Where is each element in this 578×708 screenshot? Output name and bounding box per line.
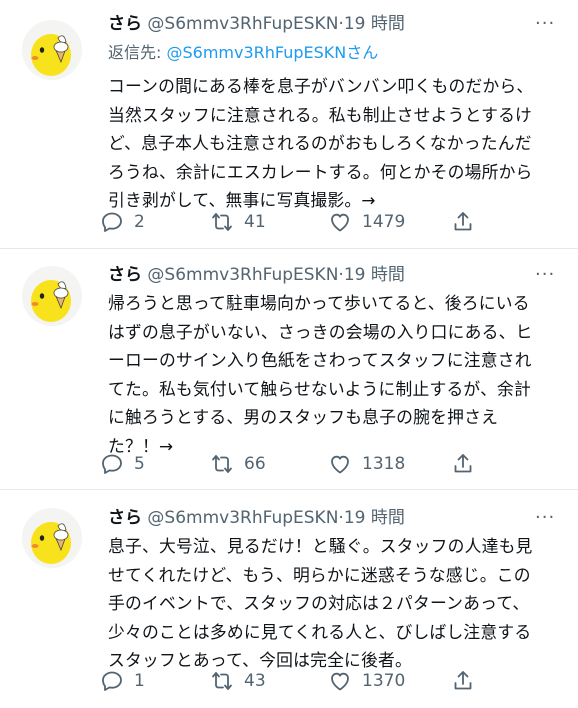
tweet-text-line: 帰ろうと思って駐車場向かって歩いてると、後ろにいる (108, 293, 530, 313)
chick-avatar-icon (22, 20, 82, 80)
like-count: 1479 (362, 212, 406, 232)
like-button[interactable]: 1318 (328, 449, 405, 479)
handle[interactable]: @S6mmv3RhFupESKN (147, 14, 338, 34)
tweet-text: 帰ろうと思って駐車場向かって歩いてると、後ろにいる はずの息子がいない、さっきの… (108, 289, 560, 461)
tweet-text-line: ろうね、余計にエスカレートする。何とかその場所から (108, 161, 533, 182)
tweet-text-line: 手のイベントで、スタッフの対応は２パターンあって、 (108, 593, 530, 614)
retweet-count: 41 (244, 212, 266, 232)
reply-button[interactable]: 1 (100, 666, 145, 696)
like-button[interactable]: 1370 (328, 666, 405, 696)
tweet-text-line: 少々のことは多めに見てくれる人と、びしばし注意する (108, 621, 532, 642)
tweet-text: コーンの間にある棒を息子がバンバン叩くものだから、 当然スタッフに注意される。私… (108, 72, 560, 215)
retweet-icon (212, 213, 232, 231)
display-name[interactable]: さら (108, 14, 142, 34)
heart-icon (331, 455, 349, 474)
heart-icon (331, 672, 349, 691)
action-bar: 2 41 1479 (100, 207, 490, 237)
tweet-header: さら @S6mmv3RhFupESKN·19 時間 (108, 12, 405, 36)
display-name[interactable]: さら (108, 265, 142, 285)
reply-button[interactable]: 2 (100, 207, 145, 237)
reply-prefix: 返信先: (108, 43, 167, 62)
reply-count: 5 (134, 454, 145, 474)
tweet-text-line: コーンの間にある棒を息子がバンバン叩くものだから、 (108, 76, 534, 96)
handle[interactable]: @S6mmv3RhFupESKN (147, 265, 338, 285)
action-bar: 1 43 1370 (100, 666, 490, 696)
avatar[interactable] (22, 20, 82, 80)
reply-icon (102, 212, 122, 232)
share-icon (454, 454, 472, 473)
more-options-icon[interactable]: ··· (535, 506, 555, 530)
tweet-header: さら @S6mmv3RhFupESKN·19 時間 (108, 263, 405, 287)
more-options-icon[interactable]: ··· (535, 12, 555, 36)
timestamp[interactable]: 19 時間 (344, 14, 405, 34)
chick-avatar-icon (22, 266, 82, 326)
reply-button[interactable]: 5 (100, 449, 145, 479)
avatar[interactable] (22, 508, 82, 568)
reply-suffix: さん (346, 43, 379, 62)
tweet-text-line: 当然スタッフに注意される。私も制止させようとするけ (108, 104, 533, 125)
tweet-text-line: せてくれたけど、もう、明らかに迷惑そうな感じ。この (108, 564, 531, 585)
share-icon (454, 671, 472, 690)
like-count: 1318 (362, 454, 406, 474)
retweet-count: 66 (244, 454, 266, 474)
retweet-icon (212, 672, 232, 690)
display-name[interactable]: さら (108, 508, 142, 528)
tweet[interactable]: さら @S6mmv3RhFupESKN·19 時間 ··· 息子、大号泣、見るだ… (0, 490, 578, 708)
reply-icon (102, 454, 122, 474)
retweet-button[interactable]: 43 (210, 666, 266, 696)
handle[interactable]: @S6mmv3RhFupESKN (147, 508, 338, 528)
tweet[interactable]: さら @S6mmv3RhFupESKN·19 時間 ··· 帰ろうと思って駐車場… (0, 249, 578, 489)
reply-count: 2 (134, 212, 145, 232)
share-button[interactable] (451, 666, 475, 696)
like-count: 1370 (362, 671, 406, 691)
reply-mention[interactable]: @S6mmv3RhFupESKN (166, 43, 346, 62)
tweet-text-line: ーローのサイン入り色紙をさわってスタッフに注意され (108, 350, 532, 371)
retweet-button[interactable]: 41 (210, 207, 266, 237)
more-options-icon[interactable]: ··· (535, 263, 555, 287)
retweet-button[interactable]: 66 (210, 449, 266, 479)
share-button[interactable] (451, 207, 475, 237)
heart-icon (331, 213, 349, 232)
share-icon (454, 212, 472, 231)
tweet[interactable]: さら @S6mmv3RhFupESKN·19 時間 ··· 返信先: @S6mm… (0, 0, 578, 248)
tweet-text-line: 息子、大号泣、見るだけ！と騒ぐ。スタッフの人達も見 (108, 536, 533, 556)
tweet-text-line: ど、息子本人も注意されるのがおもしろくなかったんだ (108, 133, 532, 154)
timestamp[interactable]: 19 時間 (344, 265, 405, 285)
avatar[interactable] (22, 266, 82, 326)
reply-icon (102, 671, 122, 691)
tweet-text: 息子、大号泣、見るだけ！と騒ぐ。スタッフの人達も見 せてくれたけど、もう、明らか… (108, 532, 560, 675)
tweet-header: さら @S6mmv3RhFupESKN·19 時間 (108, 506, 405, 530)
tweet-text-line: に触ろうとする、男のスタッフも息子の腕を押さえ (108, 407, 499, 428)
reply-count: 1 (134, 671, 145, 691)
tweet-text-line: はずの息子がいない、さっきの会場の入り口にある、ヒ (108, 321, 533, 342)
retweet-icon (212, 455, 232, 473)
retweet-count: 43 (244, 671, 266, 691)
like-button[interactable]: 1479 (328, 207, 405, 237)
share-button[interactable] (451, 449, 475, 479)
chick-avatar-icon (22, 508, 82, 568)
timestamp[interactable]: 19 時間 (344, 508, 405, 528)
tweet-text-line: てた。私も気付いて触らせないように制止するが、余計 (108, 378, 532, 399)
reply-context: 返信先: @S6mmv3RhFupESKNさん (108, 41, 378, 65)
action-bar: 5 66 1318 (100, 449, 490, 479)
